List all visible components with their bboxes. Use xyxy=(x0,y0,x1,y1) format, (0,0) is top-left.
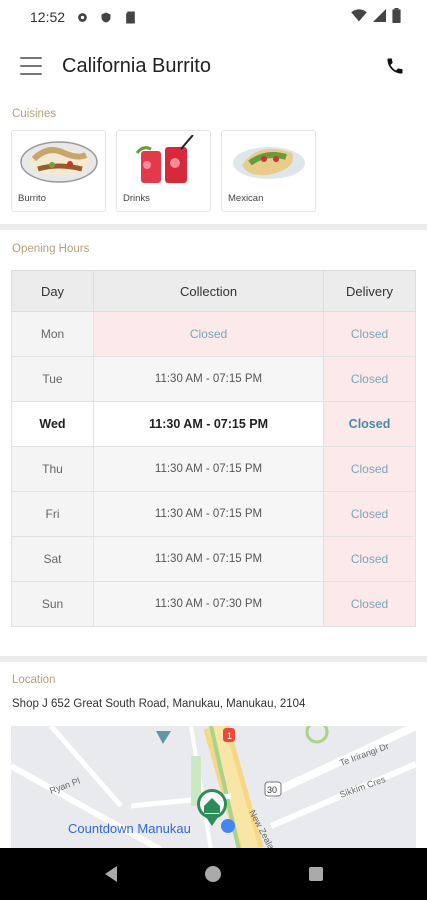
collection-cell: 11:30 AM - 07:15 PM xyxy=(92,446,325,492)
cuisine-label: Mexican xyxy=(228,193,264,204)
day-cell: Thu xyxy=(11,446,94,492)
day-cell: Tue xyxy=(11,356,94,402)
collection-cell: Closed xyxy=(92,311,325,357)
settings-icon xyxy=(75,10,89,24)
collection-cell: 11:30 AM - 07:15 PM xyxy=(92,536,325,582)
delivery-cell: Closed xyxy=(323,536,416,582)
map-marker-2: 30 xyxy=(267,785,277,795)
table-row: Fri 11:30 AM - 07:15 PM Closed xyxy=(11,491,416,537)
shield-icon xyxy=(99,10,113,24)
cuisine-card-mexican[interactable]: Mexican xyxy=(221,130,316,212)
day-cell: Mon xyxy=(11,311,94,357)
table-row: Sun 11:30 AM - 07:30 PM Closed xyxy=(11,581,416,627)
cuisine-card-drinks[interactable]: Drinks xyxy=(116,130,211,212)
recents-icon[interactable] xyxy=(304,862,328,886)
sd-card-icon xyxy=(123,10,137,24)
collection-cell: 11:30 AM - 07:15 PM xyxy=(92,491,325,537)
cuisine-label: Drinks xyxy=(123,193,150,204)
delivery-cell: Closed xyxy=(323,311,416,357)
mexican-image xyxy=(228,135,309,187)
cuisine-card-burrito[interactable]: Burrito xyxy=(11,130,106,212)
day-cell: Wed xyxy=(11,401,94,447)
location-section: Location Shop J 652 Great South Road, Ma… xyxy=(0,662,427,710)
back-icon[interactable] xyxy=(99,862,123,886)
cuisines-label: Cuisines xyxy=(12,108,57,120)
opening-hours-label: Opening Hours xyxy=(12,243,90,255)
wifi-icon xyxy=(351,9,367,25)
address-text: Shop J 652 Great South Road, Manukau, Ma… xyxy=(12,698,306,710)
hours-table: Day Collection Delivery Mon Closed Close… xyxy=(11,270,416,627)
delivery-cell: Closed xyxy=(323,491,416,537)
delivery-cell: Closed xyxy=(323,356,416,402)
phone-icon[interactable] xyxy=(383,54,407,78)
header-collection: Collection xyxy=(92,270,325,312)
map-marker-1: 1 xyxy=(227,731,232,741)
page-title: California Burrito xyxy=(62,54,211,77)
table-row: Mon Closed Closed xyxy=(11,311,416,357)
collection-cell: 11:30 AM - 07:15 PM xyxy=(92,401,325,447)
table-row: Wed 11:30 AM - 07:15 PM Closed xyxy=(11,401,416,447)
delivery-cell: Closed xyxy=(323,446,416,492)
delivery-cell: Closed xyxy=(323,401,416,447)
collection-cell: 11:30 AM - 07:30 PM xyxy=(92,581,325,627)
collection-cell: 11:30 AM - 07:15 PM xyxy=(92,356,325,402)
signal-icon xyxy=(373,9,386,25)
home-icon[interactable] xyxy=(201,862,225,886)
header-day: Day xyxy=(11,270,94,312)
location-label: Location xyxy=(12,674,56,686)
map-place-label: Countdown Manukau xyxy=(68,821,191,836)
opening-hours-section: Opening Hours Day Collection Delivery Mo… xyxy=(0,230,427,627)
table-row: Thu 11:30 AM - 07:15 PM Closed xyxy=(11,446,416,492)
map-view[interactable]: 1 30 Ryan Pl New Zealand Te Irirangi Dr … xyxy=(11,726,416,850)
table-row: Tue 11:30 AM - 07:15 PM Closed xyxy=(11,356,416,402)
app-bar: California Burrito xyxy=(0,34,427,98)
battery-icon xyxy=(392,8,401,26)
drinks-image xyxy=(123,134,204,187)
status-time: 12:52 xyxy=(30,9,66,25)
burrito-image xyxy=(18,135,99,187)
header-delivery: Delivery xyxy=(323,270,416,312)
table-row: Sat 11:30 AM - 07:15 PM Closed xyxy=(11,536,416,582)
status-bar: 12:52 xyxy=(0,0,427,34)
cuisines-section: Cuisines Burrito Drinks Mexican xyxy=(0,98,427,224)
day-cell: Sat xyxy=(11,536,94,582)
cuisine-label: Burrito xyxy=(18,193,46,204)
day-cell: Sun xyxy=(11,581,94,627)
delivery-cell: Closed xyxy=(323,581,416,627)
day-cell: Fri xyxy=(11,491,94,537)
menu-icon[interactable] xyxy=(20,57,42,75)
system-nav-bar xyxy=(0,848,427,900)
